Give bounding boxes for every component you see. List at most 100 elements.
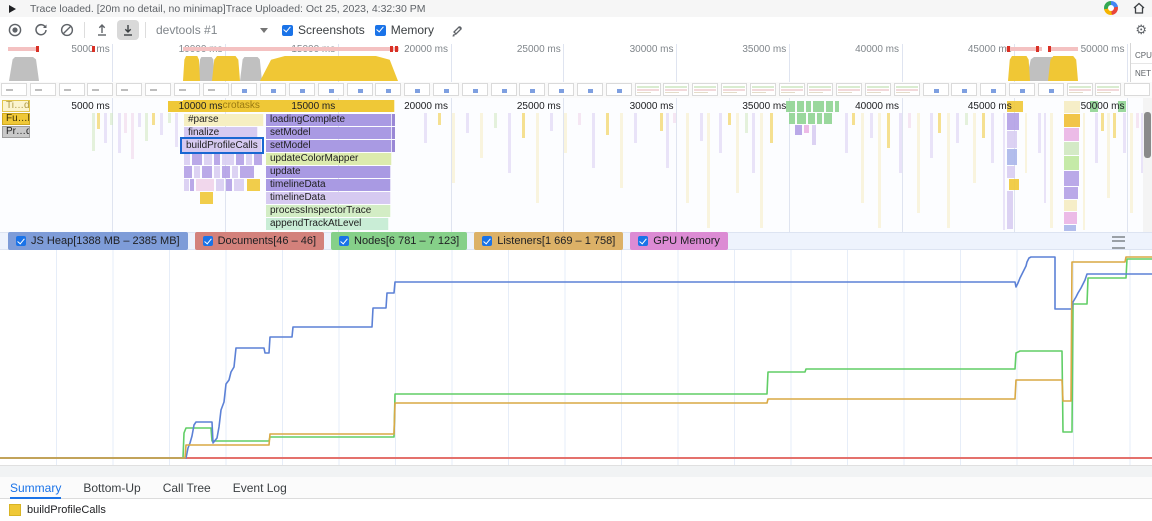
flame-mini-entry[interactable] bbox=[214, 153, 220, 165]
screenshot-thumbnail[interactable] bbox=[635, 83, 661, 96]
screenshot-thumbnail[interactable] bbox=[347, 83, 373, 96]
screenshot-thumbnail[interactable] bbox=[750, 83, 776, 96]
flame-mini-entry[interactable] bbox=[200, 192, 213, 204]
screenshots-checkbox[interactable] bbox=[282, 25, 293, 36]
tab-call-tree[interactable]: Call Tree bbox=[163, 477, 211, 499]
flame-mini-entry[interactable] bbox=[204, 153, 212, 165]
screenshot-thumbnail[interactable] bbox=[1124, 83, 1150, 96]
flame-scrollbar-thumb[interactable] bbox=[1144, 112, 1151, 158]
flame-entry[interactable]: update bbox=[266, 166, 391, 178]
tab-bottom-up[interactable]: Bottom-Up bbox=[83, 477, 140, 499]
flame-mini-entry[interactable] bbox=[254, 153, 262, 165]
screenshot-thumbnail[interactable] bbox=[116, 83, 142, 96]
screenshot-thumbnail[interactable] bbox=[923, 83, 949, 96]
screenshot-thumbnail[interactable] bbox=[30, 83, 56, 96]
load-profile-button[interactable] bbox=[91, 20, 113, 40]
counter-checkbox[interactable] bbox=[482, 236, 492, 246]
memory-checkbox[interactable] bbox=[375, 25, 386, 36]
flame-mini-entry[interactable] bbox=[240, 166, 254, 178]
flame-entry[interactable]: finalize bbox=[184, 127, 258, 139]
screenshot-thumbnail[interactable] bbox=[231, 83, 257, 96]
screenshot-thumbnail[interactable] bbox=[606, 83, 632, 96]
tab-event-log[interactable]: Event Log bbox=[233, 477, 287, 499]
flame-entry[interactable]: appendTrackAtLevel bbox=[266, 218, 389, 230]
flame-mini-entry[interactable] bbox=[192, 153, 202, 165]
flame-mini-entry[interactable] bbox=[234, 179, 244, 191]
timeline-minimap[interactable]: 5000 ms10000 ms15000 ms20000 ms25000 ms3… bbox=[0, 43, 1152, 83]
screenshot-thumbnail[interactable] bbox=[1095, 83, 1121, 96]
screenshot-thumbnail[interactable] bbox=[462, 83, 488, 96]
screenshot-thumbnail[interactable] bbox=[548, 83, 574, 96]
screenshot-thumbnail[interactable] bbox=[491, 83, 517, 96]
flame-mini-entry[interactable] bbox=[232, 166, 238, 178]
flame-mini-entry[interactable] bbox=[222, 166, 230, 178]
flame-entry[interactable]: updateColorMapper bbox=[266, 153, 392, 165]
clear-button[interactable] bbox=[56, 20, 78, 40]
screenshot-thumbnail[interactable] bbox=[289, 83, 315, 96]
screenshot-thumbnail[interactable] bbox=[87, 83, 113, 96]
screenshot-thumbnail[interactable] bbox=[836, 83, 862, 96]
screenshot-thumbnail[interactable] bbox=[663, 83, 689, 96]
screenshot-thumbnail[interactable] bbox=[951, 83, 977, 96]
flame-entry-clipped[interactable]: Fu…ll bbox=[2, 113, 30, 125]
flame-mini-entry[interactable] bbox=[216, 179, 224, 191]
flame-entry-clipped[interactable]: Ti…d bbox=[2, 100, 30, 112]
flame-mini-entry[interactable] bbox=[184, 166, 192, 178]
collect-garbage-icon[interactable] bbox=[446, 20, 468, 40]
flame-mini-entry[interactable] bbox=[214, 166, 220, 178]
screenshot-thumbnail[interactable] bbox=[1067, 83, 1093, 96]
flame-entry[interactable]: timelineData bbox=[266, 192, 391, 204]
flame-mini-entry[interactable] bbox=[184, 179, 189, 191]
screenshot-thumbnail[interactable] bbox=[894, 83, 920, 96]
screenshot-thumbnail[interactable] bbox=[174, 83, 200, 96]
screenshot-thumbnail[interactable] bbox=[692, 83, 718, 96]
flame-mini-entry[interactable] bbox=[222, 153, 234, 165]
flame-entry[interactable]: setModel bbox=[266, 127, 392, 139]
screenshot-thumbnail[interactable] bbox=[375, 83, 401, 96]
screenshot-thumbnail[interactable] bbox=[260, 83, 286, 96]
record-button[interactable] bbox=[4, 20, 26, 40]
flame-entry-clipped[interactable]: Pr…d bbox=[2, 126, 30, 138]
history-dropdown[interactable]: devtools #1 bbox=[156, 23, 268, 37]
performance-gauge-icon[interactable] bbox=[1104, 1, 1118, 15]
flame-mini-entry[interactable] bbox=[236, 153, 244, 165]
screenshot-thumbnail[interactable] bbox=[519, 83, 545, 96]
screenshot-thumbnail[interactable] bbox=[404, 83, 430, 96]
screenshot-thumbnail[interactable] bbox=[807, 83, 833, 96]
flame-mini-entry[interactable] bbox=[392, 127, 395, 139]
home-icon[interactable] bbox=[1132, 1, 1146, 15]
flame-entry[interactable]: processInspectorTrace bbox=[266, 205, 391, 217]
screenshot-thumbnail[interactable] bbox=[433, 83, 459, 96]
screenshot-thumbnail[interactable] bbox=[1038, 83, 1064, 96]
counter-checkbox[interactable] bbox=[339, 236, 349, 246]
counter-checkbox[interactable] bbox=[638, 236, 648, 246]
flame-entry[interactable]: #parse bbox=[184, 114, 264, 126]
flame-mini-entry[interactable] bbox=[247, 179, 260, 191]
flame-entry[interactable]: timelineData bbox=[266, 179, 391, 191]
screenshot-filmstrip[interactable] bbox=[0, 82, 1152, 99]
flame-mini-entry[interactable] bbox=[184, 153, 190, 165]
screenshot-thumbnail[interactable] bbox=[1009, 83, 1035, 96]
flame-mini-entry[interactable] bbox=[190, 179, 194, 191]
memory-chart[interactable] bbox=[0, 250, 1152, 465]
screenshot-thumbnail[interactable] bbox=[59, 83, 85, 96]
screenshot-thumbnail[interactable] bbox=[779, 83, 805, 96]
counter-checkbox[interactable] bbox=[16, 236, 26, 246]
flame-mini-entry[interactable] bbox=[194, 166, 200, 178]
flame-mini-entry[interactable] bbox=[392, 114, 395, 126]
save-profile-button[interactable] bbox=[117, 20, 139, 40]
flame-chart[interactable]: Run microtasks#parseloadingCompletefinal… bbox=[0, 98, 1152, 232]
screenshot-thumbnail[interactable] bbox=[721, 83, 747, 96]
tab-summary[interactable]: Summary bbox=[10, 477, 61, 499]
screenshot-thumbnail[interactable] bbox=[980, 83, 1006, 96]
flame-entry[interactable]: buildProfileCalls bbox=[182, 139, 262, 152]
flame-mini-entry[interactable] bbox=[202, 166, 212, 178]
flame-mini-entry[interactable] bbox=[392, 140, 395, 152]
flame-mini-entry[interactable] bbox=[246, 153, 252, 165]
play-icon[interactable] bbox=[9, 5, 16, 13]
screenshot-thumbnail[interactable] bbox=[145, 83, 171, 96]
screenshot-thumbnail[interactable] bbox=[318, 83, 344, 96]
screenshot-thumbnail[interactable] bbox=[203, 83, 229, 96]
flame-scrollbar[interactable] bbox=[1143, 98, 1152, 232]
flame-entry[interactable]: setModel bbox=[266, 140, 392, 152]
